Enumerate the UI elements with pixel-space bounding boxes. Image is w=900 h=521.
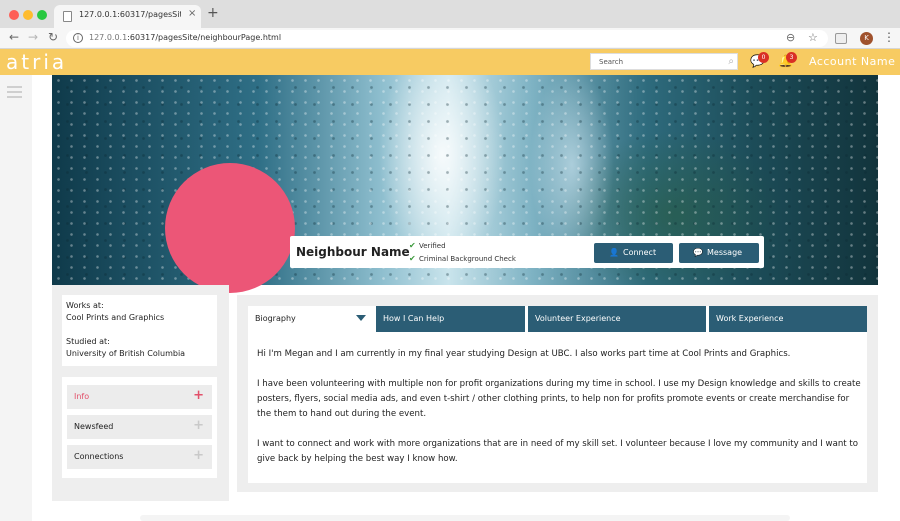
plus-icon: + — [193, 448, 204, 463]
plus-icon: + — [193, 388, 204, 403]
search-icon[interactable]: ⌕ — [728, 55, 734, 68]
app-header: atria ⌕ 💬 0 🔔 3 Account Name — [0, 49, 900, 75]
studied-at-label: Studied at: — [66, 337, 110, 346]
background-check-label: Criminal Background Check — [419, 255, 516, 263]
tab-label: How I Can Help — [383, 314, 445, 323]
menu-item-label: Connections — [74, 452, 124, 461]
url-host: 127.0.0.1 — [89, 33, 128, 42]
connect-button[interactable]: 👤 Connect — [594, 243, 673, 263]
connect-label: Connect — [623, 248, 657, 257]
profile-name: Neighbour Name — [296, 245, 410, 259]
footer-edge — [140, 515, 790, 521]
about-card: Works at: Cool Prints and Graphics Studi… — [62, 295, 217, 366]
plus-icon: + — [193, 418, 204, 433]
maximize-window-button[interactable] — [37, 10, 47, 20]
tab-close-icon[interactable]: × — [188, 8, 196, 19]
browser-profile-avatar[interactable]: K — [860, 32, 873, 45]
new-tab-button[interactable]: + — [207, 6, 219, 20]
biography-paragraph: I have been volunteering with multiple n… — [257, 379, 861, 419]
zoom-icon[interactable]: ⊖ — [786, 31, 795, 45]
checkmark-icon: ✔ — [409, 254, 416, 263]
biography-paragraph: Hi I'm Megan and I am currently in my fi… — [257, 349, 791, 359]
tab-label: Volunteer Experience — [535, 314, 621, 323]
browser-tab-bar: 127.0.0.1:60317/pagesSite/neig × + — [0, 0, 900, 28]
chat-bubble-icon: 💬 — [693, 248, 703, 257]
hamburger-menu-icon[interactable] — [7, 86, 22, 98]
chevron-down-icon — [356, 315, 366, 321]
messages-count-badge: 0 — [758, 52, 769, 63]
url-text: 127.0.0.1:60317/pagesSite/neighbourPage.… — [89, 33, 281, 42]
close-window-button[interactable] — [9, 10, 19, 20]
atria-logo[interactable]: atria — [6, 50, 67, 74]
extension-icon[interactable] — [835, 33, 847, 44]
tab-biography[interactable]: Biography — [248, 306, 374, 332]
add-person-icon: 👤 — [609, 248, 619, 257]
verified-label: Verified — [419, 242, 446, 250]
site-info-icon[interactable]: i — [73, 33, 83, 43]
reload-icon[interactable]: ↻ — [48, 30, 58, 44]
message-button[interactable]: 💬 Message — [679, 243, 759, 263]
bookmark-star-icon[interactable]: ☆ — [808, 31, 818, 45]
account-name-link[interactable]: Account Name — [809, 55, 895, 68]
menu-item-connections[interactable]: Connections + — [67, 445, 212, 469]
page-icon — [63, 11, 72, 22]
side-nav-strip — [0, 75, 32, 521]
profile-avatar — [165, 163, 295, 293]
profile-menu: Info + Newsfeed + Connections + — [62, 377, 217, 478]
browser-tab[interactable]: 127.0.0.1:60317/pagesSite/neig × — [54, 5, 201, 28]
search-input[interactable] — [591, 54, 719, 69]
menu-item-label: Newsfeed — [74, 422, 114, 431]
browser-menu-icon[interactable]: ⋮ — [883, 30, 895, 44]
tab-label: Biography — [255, 314, 296, 323]
back-arrow-icon[interactable]: ← — [9, 30, 19, 44]
checkmark-icon: ✔ — [409, 241, 416, 250]
tab-volunteer-experience[interactable]: Volunteer Experience — [528, 306, 706, 332]
url-field[interactable]: i 127.0.0.1:60317/pagesSite/neighbourPag… — [66, 30, 828, 47]
forward-arrow-icon[interactable]: → — [28, 30, 38, 44]
menu-item-newsfeed[interactable]: Newsfeed + — [67, 415, 212, 439]
works-at-label: Works at: — [66, 301, 104, 310]
notifications-count-badge: 3 — [786, 52, 797, 63]
search-box: ⌕ — [590, 53, 738, 70]
address-bar: ← → ↻ i 127.0.0.1:60317/pagesSite/neighb… — [0, 28, 900, 49]
tab-how-i-can-help[interactable]: How I Can Help — [376, 306, 525, 332]
message-label: Message — [707, 248, 743, 257]
tab-label: Work Experience — [716, 314, 784, 323]
tab-work-experience[interactable]: Work Experience — [709, 306, 867, 332]
biography-paragraph: I want to connect and work with more org… — [257, 439, 859, 464]
studied-at-value: University of British Columbia — [66, 349, 186, 358]
url-path: :60317/pagesSite/neighbourPage.html — [127, 33, 282, 42]
profile-name-card: Neighbour Name ✔ Verified ✔ Criminal Bac… — [290, 236, 764, 268]
menu-item-label: Info — [74, 392, 90, 401]
minimize-window-button[interactable] — [23, 10, 33, 20]
menu-item-info[interactable]: Info + — [67, 385, 212, 409]
tab-title: 127.0.0.1:60317/pagesSite/neig — [79, 10, 181, 19]
works-at-value: Cool Prints and Graphics — [66, 313, 165, 322]
